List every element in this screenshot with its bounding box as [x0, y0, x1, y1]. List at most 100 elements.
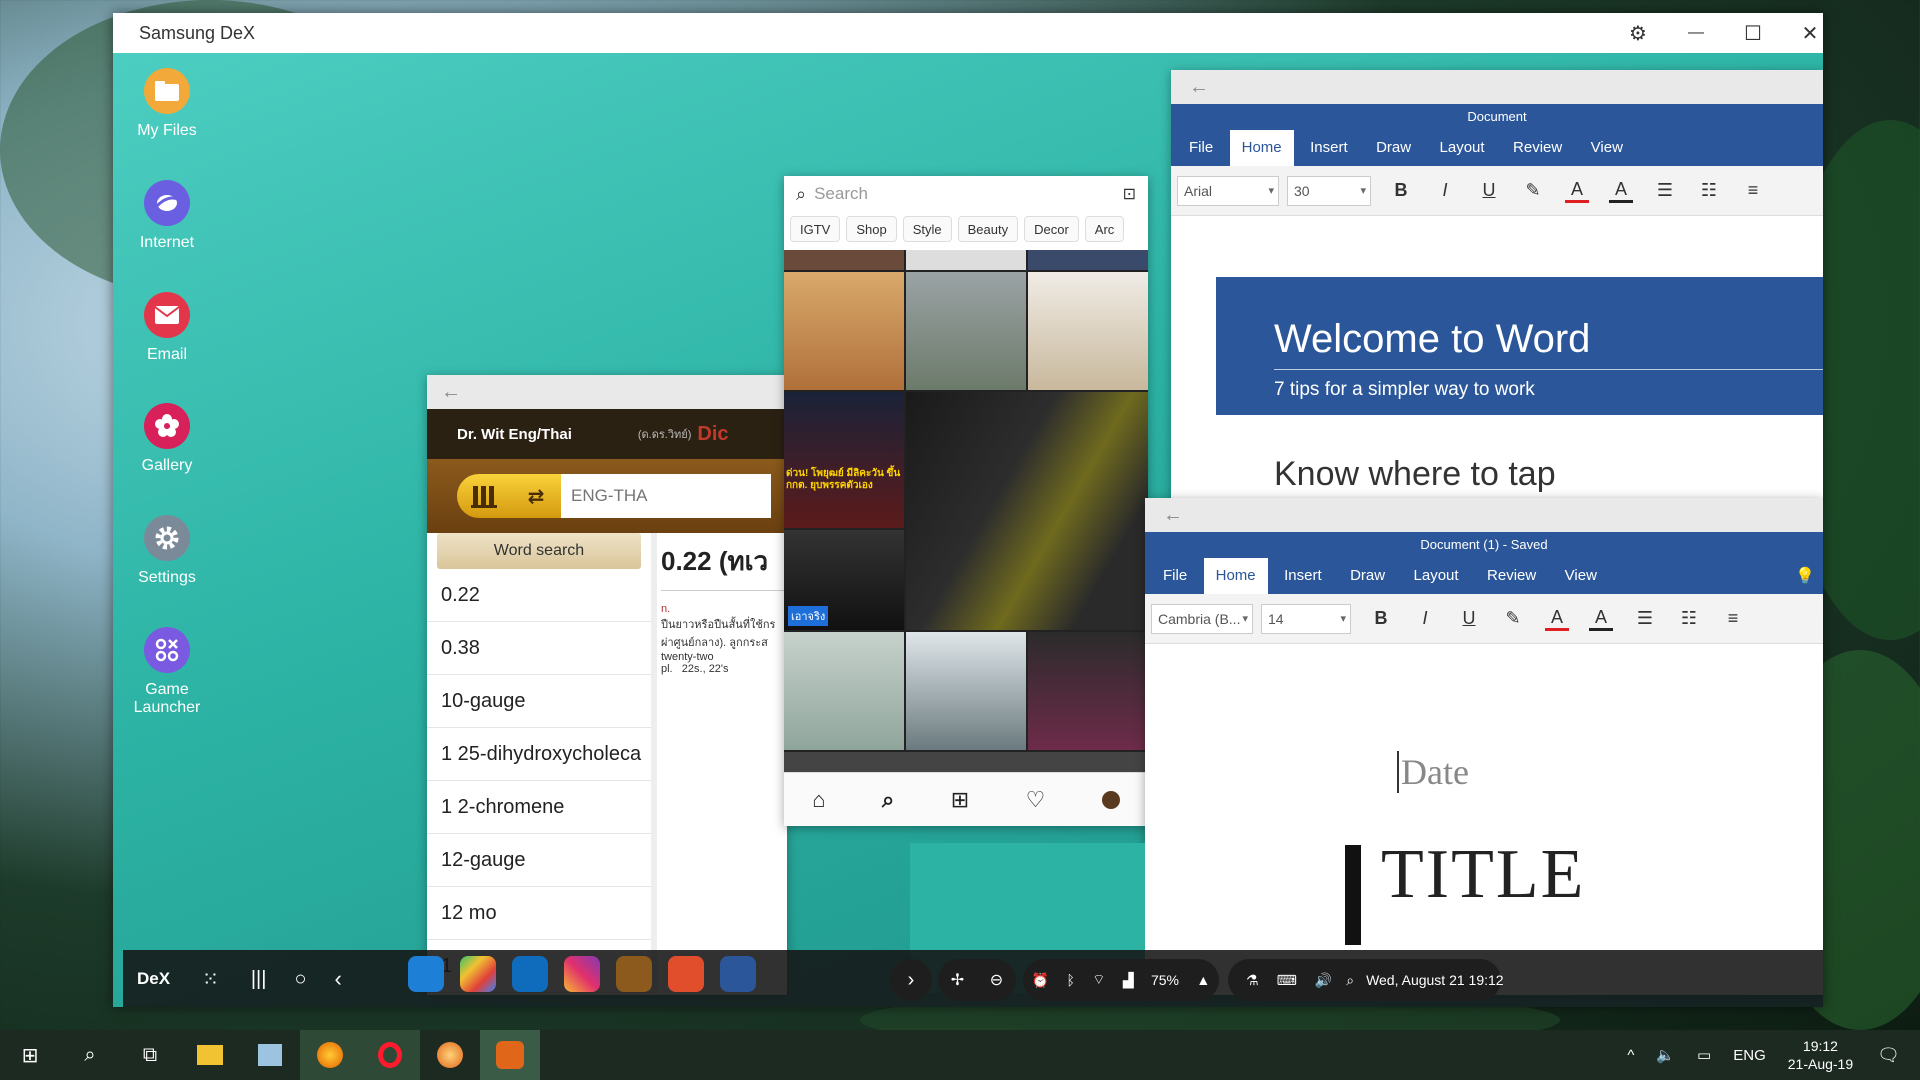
search-icon[interactable]: ⌕ [1346, 972, 1354, 989]
recents-icon[interactable]: ||| [251, 968, 267, 991]
volume-icon[interactable]: 🔊 [1315, 972, 1332, 989]
grid-tile[interactable] [1028, 250, 1148, 270]
bold-icon[interactable]: B [1379, 180, 1423, 201]
list-item[interactable]: 10-gauge [427, 675, 651, 728]
maximize-button[interactable]: ☐ [1725, 13, 1781, 53]
outlook-icon[interactable] [512, 956, 548, 992]
chip-arc[interactable]: Arc [1084, 216, 1125, 242]
font-family-select[interactable]: Arial [1177, 175, 1279, 206]
list-item[interactable]: 0.22 [427, 569, 651, 622]
grid-tile[interactable] [784, 632, 904, 750]
desktop-icon-my-files[interactable]: My Files [117, 68, 217, 140]
office-icon[interactable] [668, 956, 704, 992]
bullets-icon[interactable]: ☰ [1643, 180, 1687, 201]
edge-browser-icon[interactable] [408, 956, 444, 992]
search-icon[interactable]: ⌕ [882, 787, 894, 813]
font-size-select[interactable]: 30 [1287, 175, 1371, 206]
desktop-icon-settings[interactable]: Settings [117, 515, 217, 587]
font-color-icon[interactable]: A [1545, 607, 1569, 631]
chip-beauty[interactable]: Beauty [957, 216, 1019, 242]
dex-logo-button[interactable]: DeX [137, 969, 170, 989]
tab-review[interactable]: Review [1475, 558, 1548, 594]
desktop-icon-game-launcher[interactable]: Game Launcher [117, 627, 217, 718]
tab-layout[interactable]: Layout [1428, 130, 1497, 166]
font-color-icon[interactable]: A [1565, 179, 1589, 203]
grid-tile[interactable] [906, 250, 1026, 270]
chip-shop[interactable]: Shop [846, 216, 897, 242]
underline-icon[interactable]: U [1467, 180, 1511, 201]
instagram-icon[interactable] [564, 956, 600, 992]
play-store-icon[interactable] [460, 956, 496, 992]
avatar[interactable] [1101, 790, 1120, 809]
tab-home[interactable]: Home [1229, 130, 1294, 166]
list-item[interactable]: 1 2-chromene [427, 781, 651, 834]
list-item[interactable]: 0.38 [427, 622, 651, 675]
grid-tile[interactable] [784, 250, 904, 270]
bullets-icon[interactable]: ☰ [1623, 608, 1667, 629]
search-icon[interactable]: ⌕ [60, 1030, 120, 1080]
word-icon[interactable] [720, 956, 756, 992]
desktop-icon-gallery[interactable]: Gallery [117, 403, 217, 475]
chip-igtv[interactable]: IGTV [790, 216, 841, 242]
settings-gear-button[interactable]: ⚙ [1610, 13, 1666, 53]
minimize-button[interactable]: — [1668, 13, 1724, 53]
text-color-icon[interactable]: A [1589, 607, 1613, 631]
do-not-disturb-icon[interactable]: ⊖ [990, 970, 1003, 990]
tab-insert[interactable]: Insert [1298, 130, 1360, 166]
expand-up-icon[interactable]: ▲ [1196, 972, 1210, 988]
language-indicator[interactable]: ENG [1733, 1047, 1766, 1064]
highlighter-icon[interactable]: ✎ [1491, 608, 1535, 629]
heart-icon[interactable]: ♡ [1026, 787, 1046, 813]
grid-tile[interactable]: เอาจริง [784, 530, 904, 630]
clock[interactable]: 19:12 21-Aug-19 [1788, 1037, 1853, 1073]
app-drawer-icon[interactable]: ⁙ [202, 967, 219, 992]
opera-icon[interactable] [360, 1030, 420, 1080]
task-view-icon[interactable]: ⧉ [120, 1030, 180, 1080]
grid-tile[interactable] [1028, 272, 1148, 390]
notifications-icon[interactable]: 🗨 [1877, 1045, 1900, 1066]
dictionary-app-icon[interactable] [616, 956, 652, 992]
numbering-icon[interactable]: ☷ [1667, 608, 1711, 629]
italic-icon[interactable]: I [1423, 180, 1467, 201]
grid-tile[interactable] [784, 272, 904, 390]
file-explorer-icon[interactable] [180, 1030, 240, 1080]
document-page[interactable]: Date TITLE [1145, 659, 1823, 995]
back-arrow-icon[interactable]: ← [427, 375, 787, 409]
list-item[interactable]: 1 25-dihydroxycholeca [427, 728, 651, 781]
flask-icon[interactable]: ⚗ [1246, 972, 1259, 989]
bold-icon[interactable]: B [1359, 608, 1403, 629]
book-icon[interactable] [457, 474, 511, 518]
tab-draw[interactable]: Draw [1338, 558, 1397, 594]
lightbulb-icon[interactable]: 💡 [1795, 566, 1815, 586]
dictionary-search-input[interactable] [561, 474, 771, 518]
grid-tile-video[interactable] [906, 392, 1148, 630]
add-post-icon[interactable]: ⊞ [951, 787, 969, 813]
keyboard-icon[interactable]: ⌨ [1277, 972, 1297, 989]
language-swap-icon[interactable]: ⇄ [511, 474, 561, 518]
text-color-icon[interactable]: A [1609, 179, 1633, 203]
grid-tile[interactable] [1028, 632, 1148, 750]
highlighter-icon[interactable]: ✎ [1511, 180, 1555, 201]
align-icon[interactable]: ≡ [1711, 608, 1755, 629]
underline-icon[interactable]: U [1447, 608, 1491, 629]
align-icon[interactable]: ≡ [1731, 180, 1775, 201]
app-icon[interactable] [420, 1030, 480, 1080]
tab-review[interactable]: Review [1501, 130, 1574, 166]
chevron-right-button[interactable]: › [890, 959, 932, 1001]
network-icon[interactable]: ▭ [1697, 1046, 1711, 1064]
back-arrow-icon[interactable]: ← [1171, 70, 1823, 104]
font-family-select[interactable]: Cambria (B... [1151, 603, 1253, 634]
screen-mode-icon[interactable]: ✢ [951, 970, 964, 990]
back-arrow-icon[interactable]: ← [1145, 498, 1823, 532]
tab-view[interactable]: View [1579, 130, 1635, 166]
home-circle-icon[interactable]: ○ [294, 968, 306, 991]
tab-file[interactable]: File [1151, 558, 1199, 594]
chevron-up-icon[interactable]: ^ [1627, 1047, 1634, 1064]
instagram-search-bar[interactable]: ⌕ Search ⊡ [784, 176, 1148, 212]
tab-view[interactable]: View [1553, 558, 1609, 594]
font-size-select[interactable]: 14 [1261, 603, 1351, 634]
tab-file[interactable]: File [1177, 130, 1225, 166]
italic-icon[interactable]: I [1403, 608, 1447, 629]
back-icon[interactable]: ‹ [335, 966, 342, 992]
numbering-icon[interactable]: ☷ [1687, 180, 1731, 201]
